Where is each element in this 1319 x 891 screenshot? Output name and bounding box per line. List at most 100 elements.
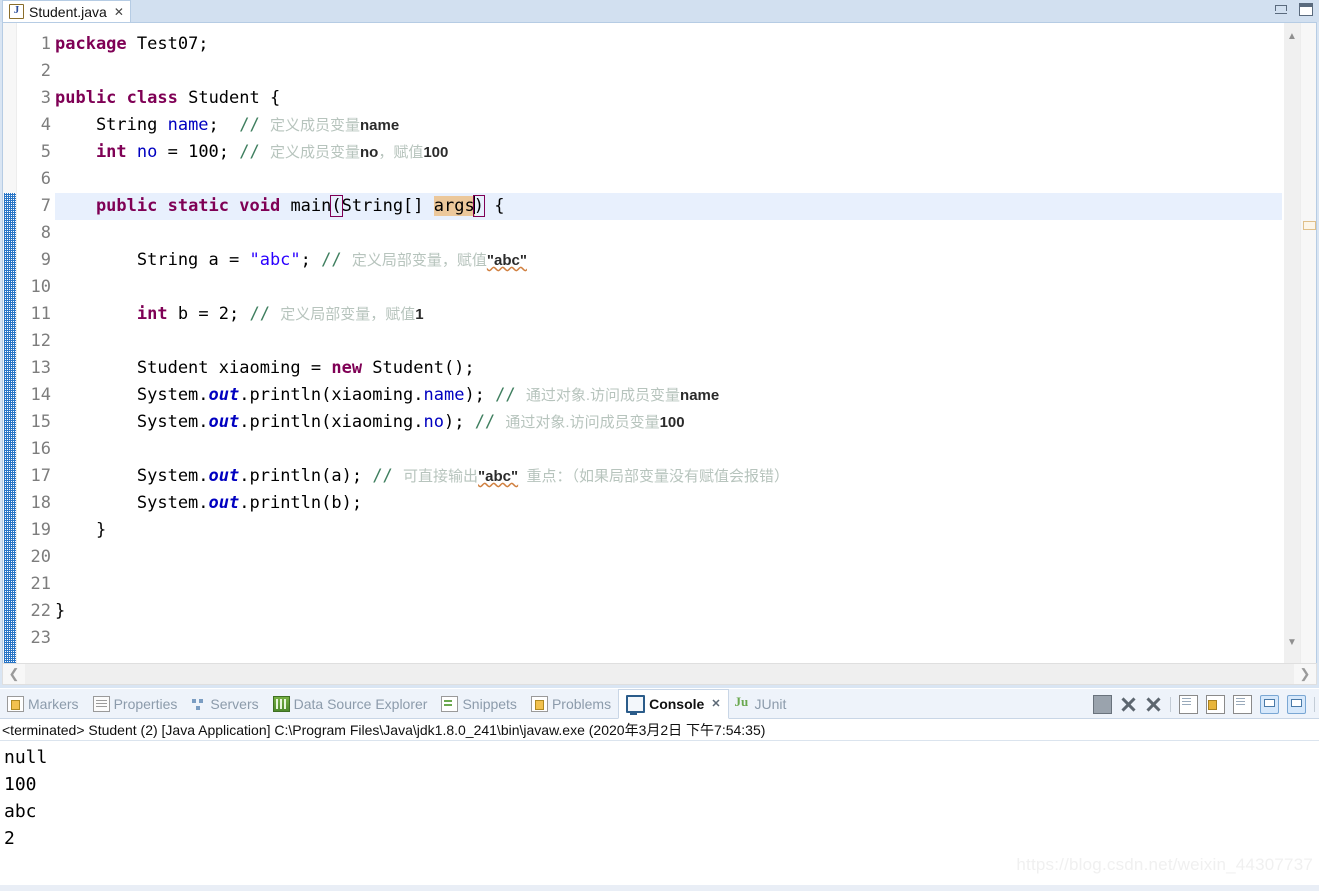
occurrence-highlight-args: args — [433, 196, 475, 216]
code-text-area[interactable]: package Test07; public class Student { S… — [55, 23, 1282, 663]
tab-label: Servers — [210, 695, 259, 712]
junit-icon — [735, 694, 751, 711]
comment-text-cn: 定义成员变量 — [269, 144, 360, 161]
class-declaration: Student { — [177, 88, 281, 108]
tab-snippets[interactable]: Snippets — [434, 689, 523, 719]
editor-tab-bar: Student.java ✕ — [0, 0, 1319, 22]
lock-icon[interactable] — [1206, 694, 1225, 714]
tab-console[interactable]: Console ✕ — [618, 688, 729, 719]
maximize-icon[interactable] — [1299, 3, 1313, 16]
comment-text-emphasis: 100 — [423, 144, 449, 161]
console-tab-bar: Markers Properties Servers Data Source E… — [0, 688, 1319, 719]
code-line-13: Student xiaoming = new Student(); — [55, 355, 1282, 382]
line-number: 20 — [30, 547, 51, 567]
line-number: 6 — [40, 169, 51, 189]
system-prefix: System. — [55, 466, 209, 486]
properties-icon — [92, 695, 110, 712]
matching-bracket-close: ) — [472, 195, 485, 217]
tab-markers[interactable]: Markers — [0, 689, 86, 719]
minimize-icon[interactable] — [1275, 5, 1287, 14]
comment-text-cn: 通过对象.访问成员变量 — [525, 387, 681, 404]
static-field-out: out — [208, 493, 240, 513]
comment-text-emphasis: no — [360, 144, 379, 161]
problems-icon — [530, 695, 548, 712]
wrap-document-icon[interactable] — [1233, 694, 1252, 714]
console-output-line: abc — [4, 801, 37, 822]
parameter-type: String[] — [341, 196, 434, 216]
tab-problems[interactable]: Problems — [524, 689, 618, 719]
scroll-left-icon[interactable]: ❮ — [3, 664, 25, 684]
code-line-9: String a = "abc"; // 定义局部变量，赋值"abc" — [55, 247, 1282, 274]
scroll-right-icon[interactable]: ❯ — [1294, 664, 1316, 684]
keyword-public: public — [55, 88, 117, 108]
system-prefix: System. — [55, 412, 209, 432]
tab-data-source-explorer[interactable]: Data Source Explorer — [266, 689, 435, 719]
console-toolbar — [1093, 691, 1315, 717]
line-number: 2 — [40, 61, 51, 81]
line-number: 18 — [30, 493, 51, 513]
scroll-down-icon[interactable]: ▼ — [1284, 635, 1300, 651]
editor-tab-label: Student.java — [29, 3, 107, 20]
code-line-15: System.out.println(xiaoming.no); // 通过对象… — [55, 409, 1282, 436]
line-number: 14 — [30, 385, 51, 405]
call-close: ); — [443, 412, 475, 432]
line-number: 17 — [30, 466, 51, 486]
line-number-label: 7 — [40, 196, 51, 216]
tab-label: Snippets — [462, 695, 517, 712]
tab-label: Markers — [28, 695, 79, 712]
field-type-string: String — [55, 115, 168, 135]
code-editor[interactable]: 1 2 3 4 5 6 7 8 9 10 11 12 13 14 15 16 1… — [2, 22, 1317, 664]
close-icon[interactable]: ✕ — [114, 6, 124, 18]
tab-properties[interactable]: Properties — [86, 689, 185, 719]
code-line-5: int no = 100; // 定义成员变量no，赋值100 — [55, 139, 1282, 166]
overview-ruler-marker[interactable] — [1303, 221, 1316, 230]
overview-ruler[interactable] — [1300, 23, 1316, 663]
line-number-ruler: 1 2 3 4 5 6 7 8 9 10 11 12 13 14 15 16 1… — [17, 23, 68, 663]
code-line-19: } — [55, 520, 107, 540]
pin-console-icon[interactable] — [1260, 694, 1279, 714]
clear-document-icon[interactable] — [1179, 694, 1198, 714]
line-number: 7 — [17, 193, 68, 220]
console-output-line: 2 — [4, 828, 15, 849]
constructor-call: Student(); — [362, 358, 475, 378]
editor-horizontal-scrollbar[interactable]: ❮ ❯ — [2, 663, 1317, 685]
line-number: 10 — [30, 277, 51, 297]
line-number: 8 — [40, 223, 51, 243]
println-call: .println(xiaoming. — [239, 385, 424, 405]
comment-slashes: // — [372, 466, 404, 486]
tab-servers[interactable]: Servers — [184, 689, 265, 719]
comment-text-cn: ，赋值 — [378, 144, 424, 161]
editor-tab-student-java[interactable]: Student.java ✕ — [2, 0, 131, 22]
comment-text-emphasis: "abc" — [486, 252, 527, 269]
system-prefix: System. — [55, 385, 209, 405]
double-x-icon[interactable] — [1145, 696, 1162, 713]
object-declaration: Student xiaoming = — [55, 358, 332, 378]
field-initializer: = 100; — [157, 142, 240, 162]
scroll-up-icon[interactable]: ▲ — [1284, 29, 1300, 45]
x-icon[interactable] — [1120, 696, 1137, 713]
comment-slashes: // — [249, 304, 281, 324]
comment-text-cn: 可直接输出 — [403, 468, 479, 485]
window-controls — [1275, 3, 1313, 16]
editor-vertical-scrollbar[interactable]: ▲ ▼ — [1284, 23, 1300, 663]
system-prefix: System. — [55, 493, 209, 513]
tab-junit[interactable]: JUnit — [729, 689, 794, 719]
watermark: https://blog.csdn.net/weixin_44307737 — [1016, 855, 1313, 874]
select-console-icon[interactable] — [1287, 694, 1306, 714]
static-field-out: out — [208, 385, 240, 405]
annotation-ruler[interactable] — [3, 23, 17, 663]
local-var-b: b = 2; — [167, 304, 250, 324]
console-part: Markers Properties Servers Data Source E… — [0, 688, 1319, 891]
keyword-static: static — [167, 196, 240, 216]
stop-square-icon[interactable] — [1093, 694, 1112, 714]
close-icon[interactable]: ✕ — [711, 697, 720, 710]
comment-text-emphasis: name — [680, 387, 720, 404]
line-number: 5 — [40, 142, 51, 162]
line-number: 16 — [30, 439, 51, 459]
line-number: 1 — [40, 34, 51, 54]
